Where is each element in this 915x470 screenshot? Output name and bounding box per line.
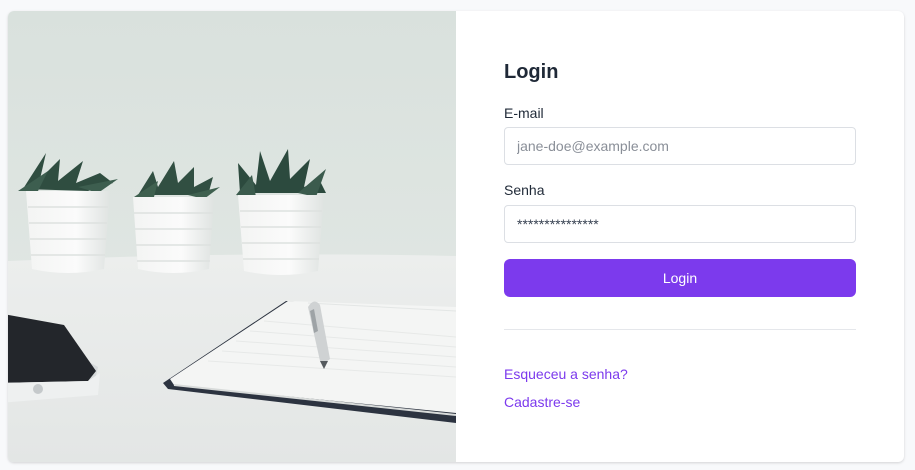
signup-link[interactable]: Cadastre-se [504,394,580,410]
desk-photo [8,11,456,462]
login-form: Login E-mail Senha Login Esqueceu a senh… [456,11,904,462]
forgot-password-link[interactable]: Esqueceu a senha? [504,366,628,382]
login-card: Login E-mail Senha Login Esqueceu a senh… [8,11,904,462]
login-button[interactable]: Login [504,259,856,297]
password-field[interactable] [504,205,856,243]
divider [504,329,856,330]
email-label: E-mail [504,105,544,121]
email-field[interactable] [504,127,856,165]
page-title: Login [504,61,559,83]
password-label: Senha [504,182,545,198]
